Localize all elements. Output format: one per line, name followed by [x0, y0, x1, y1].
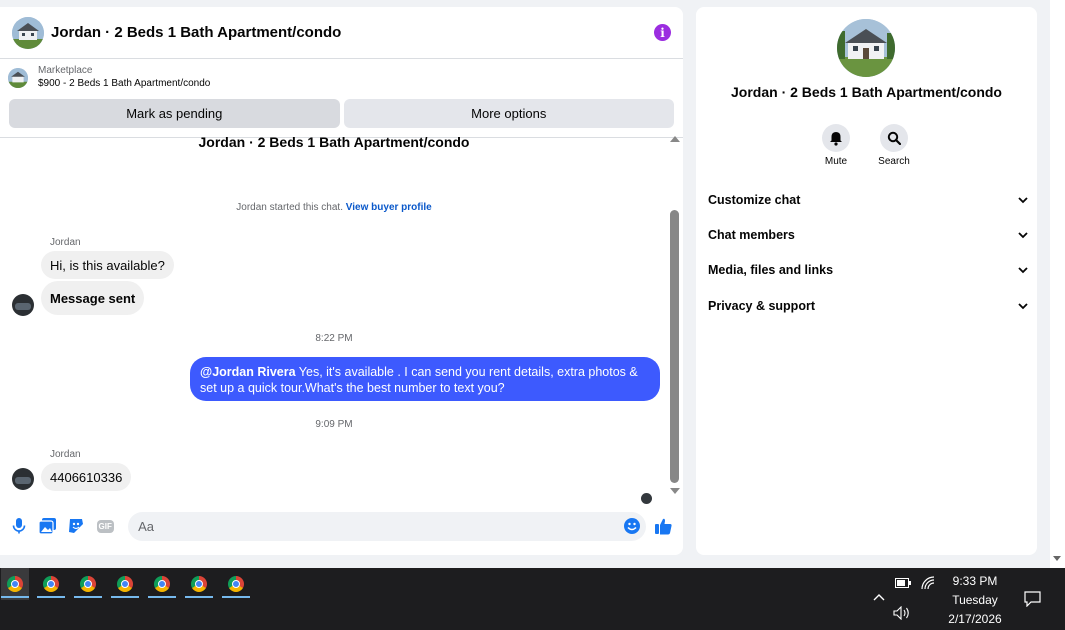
scroll-down-arrow[interactable]: [670, 488, 680, 494]
listing-price-title: $900 - 2 Beds 1 Bath Apartment/condo: [38, 78, 211, 89]
mute-button[interactable]: [822, 124, 850, 152]
listing-actions: Mark as pending More options: [0, 99, 683, 128]
chat-members-section[interactable]: Chat members: [708, 225, 1028, 245]
mute-label: Mute: [824, 156, 848, 167]
seen-indicator-avatar: [641, 493, 652, 504]
chrome-icon: [7, 576, 23, 592]
chrome-icon: [80, 576, 96, 592]
view-buyer-profile-link[interactable]: View buyer profile: [346, 202, 432, 213]
page-scroll-down-arrow[interactable]: [1053, 556, 1061, 561]
chat-info-panel: Jordan · 2 Beds 1 Bath Apartment/condo M…: [696, 7, 1037, 555]
chrome-icon: [117, 576, 133, 592]
chrome-icon: [228, 576, 244, 592]
wifi-icon[interactable]: [921, 576, 935, 590]
incoming-message[interactable]: Hi, is this available?: [41, 251, 174, 279]
timestamp: 8:22 PM: [315, 333, 353, 344]
thread-scrollbar[interactable]: [668, 130, 682, 502]
section-label: Media, files and links: [708, 263, 834, 277]
clock-time[interactable]: 9:33 PM: [945, 574, 1005, 588]
chevron-down-icon: [1018, 196, 1028, 203]
clock-day[interactable]: Tuesday: [945, 593, 1005, 607]
chevron-down-icon: [1018, 302, 1028, 309]
emoji-icon[interactable]: [624, 518, 641, 534]
taskbar-chrome-window[interactable]: [222, 568, 250, 600]
timestamp: 9:09 PM: [315, 419, 353, 430]
gif-icon[interactable]: GIF: [95, 516, 115, 536]
taskbar-chrome-window[interactable]: [74, 568, 102, 600]
thumbs-up-icon[interactable]: [654, 516, 674, 536]
started-text: Jordan started this chat.: [236, 202, 343, 213]
info-icon[interactable]: i: [654, 24, 671, 41]
chrome-icon: [154, 576, 170, 592]
taskbar-chrome-window[interactable]: [1, 568, 29, 600]
chrome-icon: [43, 576, 59, 592]
listing-summary[interactable]: Marketplace $900 - 2 Beds 1 Bath Apartme…: [0, 59, 683, 99]
chevron-down-icon: [1018, 266, 1028, 273]
privacy-support-section[interactable]: Privacy & support: [708, 296, 1028, 316]
info-title: Jordan · 2 Beds 1 Bath Apartment/condo: [731, 84, 1002, 100]
battery-icon[interactable]: [895, 578, 911, 588]
search-icon: [887, 131, 901, 145]
mark-as-pending-button[interactable]: Mark as pending: [9, 99, 340, 128]
customize-chat-section[interactable]: Customize chat: [708, 190, 1028, 210]
bell-icon: [830, 131, 842, 146]
page-scrollbar[interactable]: [1050, 0, 1065, 568]
chevron-down-icon: [1018, 231, 1028, 238]
taskbar: 9:33 PM Tuesday 2/17/2026: [0, 568, 1065, 630]
chrome-icon: [191, 576, 207, 592]
notifications-icon[interactable]: [1024, 591, 1041, 607]
message-input[interactable]: [138, 518, 625, 534]
microphone-icon[interactable]: [9, 516, 29, 536]
outgoing-message[interactable]: @Jordan Rivera Yes, it's available . I c…: [190, 357, 660, 401]
scroll-up-arrow[interactable]: [670, 136, 680, 142]
message-thread[interactable]: Jordan · 2 Beds 1 Bath Apartment/condo J…: [0, 130, 683, 504]
listing-source: Marketplace: [38, 65, 93, 76]
search-button[interactable]: [880, 124, 908, 152]
thread-title: Jordan · 2 Beds 1 Bath Apartment/condo: [198, 134, 470, 150]
chat-header-title[interactable]: Jordan · 2 Beds 1 Bath Apartment/condo: [51, 24, 654, 41]
chat-started-notice: Jordan started this chat. View buyer pro…: [0, 202, 668, 213]
speaker-icon[interactable]: [893, 606, 910, 620]
buyer-avatar[interactable]: [12, 294, 34, 316]
message-input-box[interactable]: [128, 511, 647, 541]
composer: GIF: [0, 507, 683, 545]
clock-date[interactable]: 2/17/2026: [940, 612, 1010, 626]
buyer-avatar[interactable]: [12, 468, 34, 490]
scroll-thumb[interactable]: [670, 210, 679, 483]
chevron-up-icon[interactable]: [873, 593, 885, 601]
section-label: Customize chat: [708, 193, 801, 207]
sender-name: Jordan: [50, 237, 81, 248]
taskbar-chrome-window[interactable]: [185, 568, 213, 600]
sender-name: Jordan: [50, 449, 81, 460]
gif-label: GIF: [96, 519, 114, 533]
listing-photo[interactable]: [837, 19, 895, 77]
taskbar-chrome-window[interactable]: [111, 568, 139, 600]
mention[interactable]: @Jordan Rivera: [200, 365, 296, 379]
section-label: Chat members: [708, 228, 795, 242]
incoming-message[interactable]: 4406610336: [41, 463, 132, 491]
search-label: Search: [878, 156, 910, 167]
taskbar-chrome-window[interactable]: [148, 568, 176, 600]
listing-small-thumbnail: [8, 68, 28, 88]
incoming-message[interactable]: Message sent: [41, 281, 145, 315]
photo-icon[interactable]: [38, 516, 58, 536]
chat-header: Jordan · 2 Beds 1 Bath Apartment/condo i: [0, 7, 683, 59]
listing-thumbnail[interactable]: [12, 16, 44, 49]
sticker-icon[interactable]: [67, 516, 87, 536]
taskbar-chrome-window[interactable]: [37, 568, 65, 600]
more-options-button[interactable]: More options: [343, 99, 674, 128]
section-label: Privacy & support: [708, 299, 815, 313]
media-files-links-section[interactable]: Media, files and links: [708, 260, 1028, 280]
